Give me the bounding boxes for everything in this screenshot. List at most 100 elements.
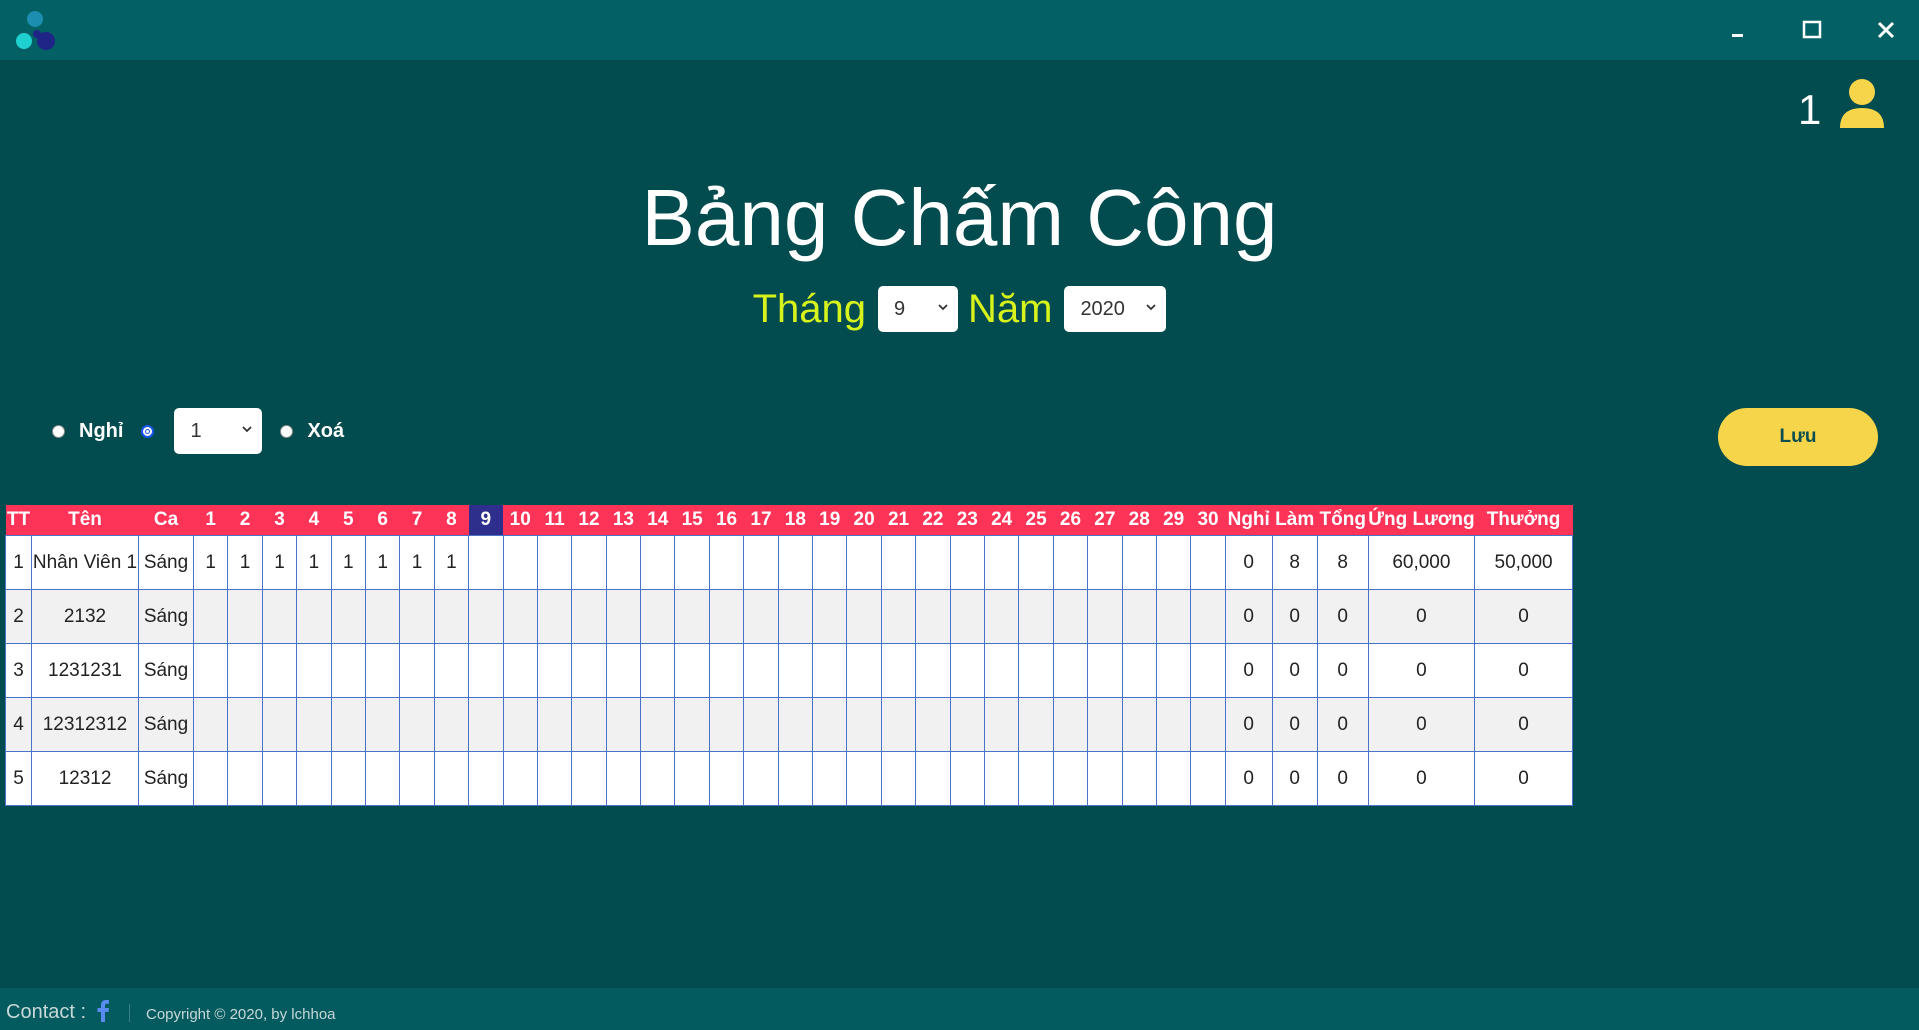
day-cell[interactable] [1018, 697, 1054, 752]
day-cell[interactable] [812, 751, 848, 806]
day-cell[interactable] [949, 751, 985, 806]
save-button[interactable]: Lưu [1718, 408, 1878, 466]
day-cell[interactable] [777, 751, 814, 806]
day-cell[interactable] [640, 643, 676, 698]
day-cell[interactable] [880, 589, 917, 644]
day-cell[interactable] [1155, 697, 1192, 752]
day-cell[interactable] [708, 643, 745, 698]
day-cell[interactable] [468, 751, 504, 806]
day-cell[interactable] [1155, 589, 1192, 644]
day-cell[interactable] [296, 697, 332, 752]
day-cell[interactable] [605, 643, 642, 698]
day-cell[interactable] [708, 589, 745, 644]
day-cell[interactable] [296, 589, 332, 644]
day-cell[interactable] [1121, 589, 1157, 644]
day-cell[interactable] [468, 535, 504, 590]
day-cell[interactable] [536, 643, 573, 698]
day-cell[interactable] [192, 751, 229, 806]
day-cell[interactable] [983, 697, 1020, 752]
off-radio[interactable] [52, 424, 65, 438]
day-cell[interactable] [1018, 535, 1054, 590]
day-cell[interactable] [1052, 535, 1089, 590]
day-cell[interactable]: 1 [192, 535, 229, 590]
day-cell[interactable] [915, 535, 951, 590]
day-cell[interactable] [880, 751, 917, 806]
day-cell[interactable] [743, 697, 779, 752]
day-cell[interactable] [880, 697, 917, 752]
day-cell[interactable] [1121, 643, 1157, 698]
delete-radio[interactable] [280, 424, 294, 438]
shift-radio[interactable] [141, 424, 155, 438]
day-cell[interactable] [261, 643, 298, 698]
day-cell[interactable]: 1 [399, 535, 435, 590]
day-cell[interactable] [364, 589, 401, 644]
day-cell[interactable] [1190, 643, 1226, 698]
day-cell[interactable] [364, 751, 401, 806]
day-cell[interactable] [399, 589, 435, 644]
day-cell[interactable] [640, 589, 676, 644]
day-cell[interactable] [1155, 643, 1192, 698]
day-cell[interactable] [399, 697, 435, 752]
day-cell[interactable] [1052, 643, 1089, 698]
day-cell[interactable] [743, 751, 779, 806]
day-cell[interactable]: 1 [330, 535, 366, 590]
day-cell[interactable] [777, 589, 814, 644]
day-cell[interactable] [846, 589, 882, 644]
day-cell[interactable] [502, 697, 538, 752]
day-cell[interactable] [605, 535, 642, 590]
day-cell[interactable] [571, 589, 607, 644]
day-cell[interactable] [846, 535, 882, 590]
day-cell[interactable] [192, 589, 229, 644]
day-cell[interactable] [1121, 697, 1157, 752]
minimize-button[interactable] [1716, 10, 1760, 50]
day-cell[interactable] [640, 535, 676, 590]
day-cell[interactable] [915, 697, 951, 752]
day-cell[interactable] [708, 751, 745, 806]
day-cell[interactable] [708, 535, 745, 590]
day-cell[interactable] [536, 535, 573, 590]
close-button[interactable] [1864, 10, 1908, 50]
day-cell[interactable] [468, 589, 504, 644]
day-cell[interactable] [296, 751, 332, 806]
day-cell[interactable] [983, 589, 1020, 644]
day-cell[interactable] [674, 751, 710, 806]
day-cell[interactable] [1121, 535, 1157, 590]
day-cell[interactable] [777, 643, 814, 698]
day-cell[interactable] [571, 751, 607, 806]
day-cell[interactable] [1087, 535, 1123, 590]
maximize-button[interactable] [1790, 10, 1834, 50]
day-cell[interactable] [983, 535, 1020, 590]
day-cell[interactable] [502, 751, 538, 806]
day-cell[interactable] [536, 697, 573, 752]
day-cell[interactable] [1155, 535, 1192, 590]
user-icon[interactable] [1838, 78, 1886, 130]
day-cell[interactable] [536, 589, 573, 644]
day-cell[interactable] [880, 643, 917, 698]
day-cell[interactable] [777, 697, 814, 752]
day-cell[interactable] [605, 751, 642, 806]
day-cell[interactable]: 1 [261, 535, 298, 590]
day-cell[interactable] [880, 535, 917, 590]
day-cell[interactable] [846, 643, 882, 698]
day-cell[interactable] [1018, 643, 1054, 698]
day-cell[interactable] [743, 535, 779, 590]
day-cell[interactable] [192, 643, 229, 698]
day-cell[interactable] [1052, 751, 1089, 806]
day-cell[interactable] [1087, 697, 1123, 752]
day-cell[interactable] [915, 589, 951, 644]
day-cell[interactable] [227, 589, 263, 644]
day-cell[interactable] [674, 643, 710, 698]
day-cell[interactable] [708, 697, 745, 752]
day-cell[interactable] [502, 589, 538, 644]
day-cell[interactable] [364, 697, 401, 752]
day-cell[interactable]: 1 [364, 535, 401, 590]
day-cell[interactable] [949, 589, 985, 644]
day-cell[interactable] [468, 697, 504, 752]
day-cell[interactable] [1087, 751, 1123, 806]
day-cell[interactable] [330, 643, 366, 698]
day-cell[interactable] [949, 643, 985, 698]
day-cell[interactable] [777, 535, 814, 590]
day-cell[interactable] [605, 697, 642, 752]
day-cell[interactable] [812, 589, 848, 644]
day-cell[interactable] [571, 697, 607, 752]
